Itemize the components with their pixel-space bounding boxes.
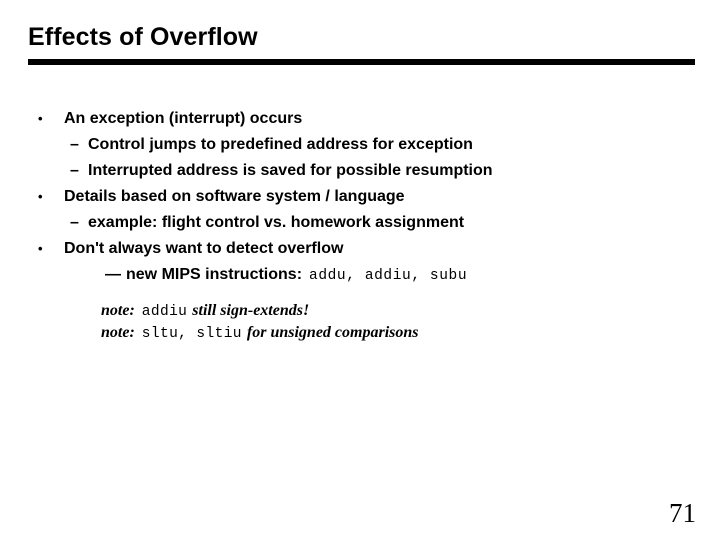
note-label: note: — [101, 302, 135, 319]
bullet-dot-icon: • — [38, 111, 43, 126]
list-item: • An exception (interrupt) occurs — [0, 106, 720, 132]
note-instruction: sltu, sltiu — [141, 326, 242, 342]
note-text: for unsigned comparisons — [246, 324, 419, 341]
list-item: – example: flight control vs. homework a… — [0, 210, 720, 236]
list-item-label: Don't always want to detect overflow — [64, 240, 344, 257]
list-item: – Interrupted address is saved for possi… — [0, 158, 720, 184]
list-item-label: Control jumps to predefined address for … — [88, 136, 473, 153]
title-underline-rule — [28, 59, 695, 65]
page-number: 71 — [669, 498, 696, 528]
bullet-list: • An exception (interrupt) occurs – Cont… — [0, 106, 720, 288]
note-text: still sign-extends! — [192, 302, 310, 319]
bullet-dash-icon: – — [70, 214, 79, 231]
bullet-dot-icon: • — [38, 189, 43, 204]
notes-block: note: addiu still sign-extends! note: sltu,… — [101, 300, 661, 344]
list-item-label: Interrupted address is saved for possibl… — [88, 162, 493, 179]
list-item: • Details based on software system / lan… — [0, 184, 720, 210]
list-item-label: new MIPS instructions: — [126, 266, 303, 283]
mips-instruction-list: addu, addiu, subu — [309, 268, 468, 284]
bullet-dash-icon: – — [70, 136, 79, 153]
note-line: note: sltu, sltiu for unsigned comparisons — [101, 322, 661, 344]
list-item: — new MIPS instructions: addu, addiu, subu — [0, 262, 720, 288]
list-item: – Control jumps to predefined address fo… — [0, 132, 720, 158]
bullet-emdash-icon: — — [105, 266, 121, 283]
note-line: note: addiu still sign-extends! — [101, 300, 661, 322]
list-item-label: Details based on software system / langu… — [64, 188, 405, 205]
page-title: Effects of Overflow — [28, 23, 258, 51]
list-item-label: example: flight control vs. homework ass… — [88, 214, 465, 231]
list-item: • Don't always want to detect overflow — [0, 236, 720, 262]
note-instruction: addiu — [141, 304, 188, 320]
bullet-dot-icon: • — [38, 241, 43, 256]
slide-canvas: Effects of Overflow • An exception (inte… — [0, 0, 720, 540]
bullet-dash-icon: – — [70, 162, 79, 179]
list-item-label: An exception (interrupt) occurs — [64, 110, 303, 127]
note-label: note: — [101, 324, 135, 341]
